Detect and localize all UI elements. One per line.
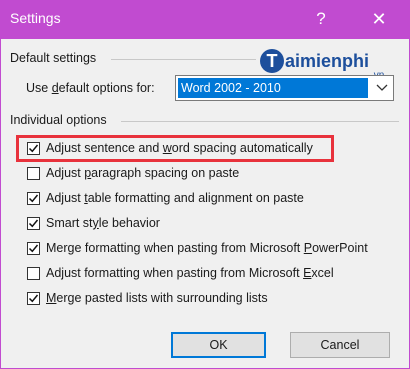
checkbox[interactable] [27,267,40,280]
option-label: Adjust paragraph spacing on paste [46,166,240,180]
option-label: Adjust sentence and word spacing automat… [46,141,313,155]
settings-dialog: Settings ? ✕ T aimienphi .vn Default set… [0,0,410,369]
ok-button[interactable]: OK [171,332,266,358]
option-label: Merge formatting when pasting from Micro… [46,241,368,255]
option-label: Merge pasted lists with surrounding list… [46,291,268,305]
checkmark-icon [28,244,39,253]
option-label: Adjust table formatting and alignment on… [46,191,304,205]
option-label: Smart style behavior [46,216,160,230]
checkbox[interactable] [27,217,40,230]
checkmark-icon [28,194,39,203]
checkmark-icon [28,144,39,153]
window-title: Settings [10,10,61,26]
cancel-button[interactable]: Cancel [290,332,390,358]
default-options-label: Use default options for: [26,81,155,95]
checkbox[interactable] [27,192,40,205]
help-button[interactable]: ? [309,8,333,30]
checkmark-icon [28,294,39,303]
individual-options-heading: Individual options [10,113,107,127]
checkmark-icon [28,219,39,228]
checkbox[interactable] [27,242,40,255]
close-button[interactable]: ✕ [367,8,391,30]
svg-text:T: T [267,51,278,71]
checkbox[interactable] [27,167,40,180]
section-divider [111,59,256,60]
title-bar: Settings ? ✕ [1,1,409,39]
section-divider [121,121,399,122]
logo-text: aimienphi [285,51,369,71]
selected-option: Word 2002 - 2010 [178,78,368,98]
default-options-select[interactable]: Word 2002 - 2010 [175,75,394,101]
default-settings-heading: Default settings [10,51,97,65]
checkbox[interactable] [27,142,40,155]
chevron-down-icon[interactable] [371,76,393,100]
option-label: Adjust formatting when pasting from Micr… [46,266,334,280]
checkbox[interactable] [27,292,40,305]
